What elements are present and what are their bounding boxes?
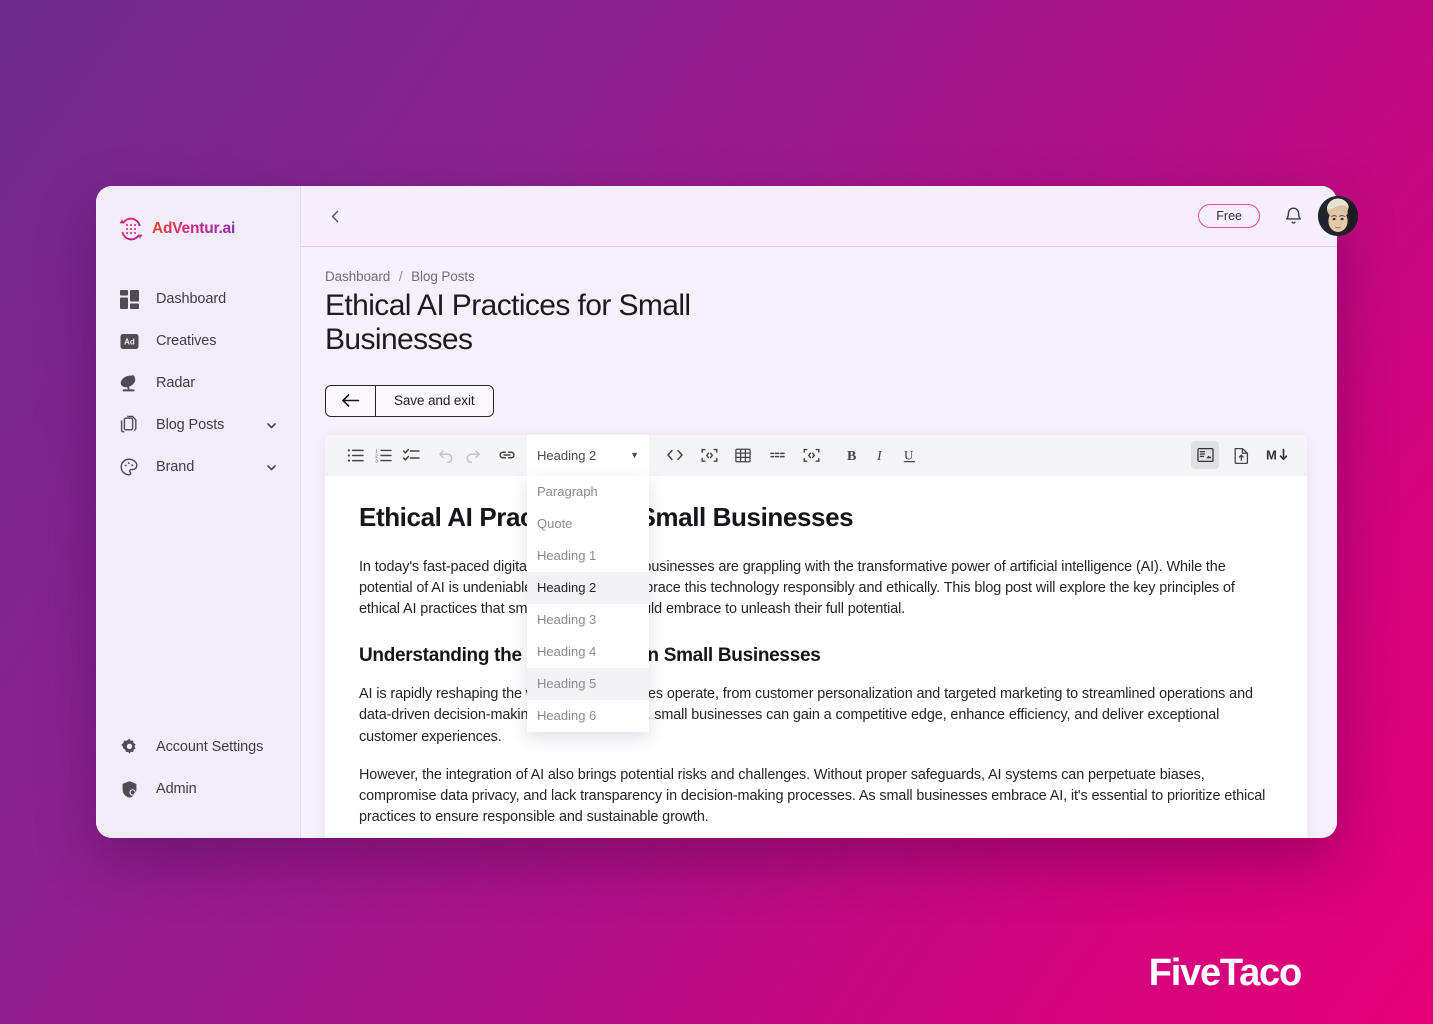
rich-text-editor: 1 2 3 Heading 2 ▼ Paragraph Quote Headin… xyxy=(325,434,1307,838)
back-arrow-button[interactable] xyxy=(326,385,376,416)
code-block-icon[interactable] xyxy=(695,441,723,469)
doc-heading-2: Understanding the Impact of AI on Small … xyxy=(359,645,821,667)
sidebar-item-label: Brand xyxy=(156,459,195,475)
sidebar-item-label: Account Settings xyxy=(156,739,264,755)
sidebar-item-label: Creatives xyxy=(156,333,217,349)
svg-text:U: U xyxy=(904,448,914,463)
dropdown-option-heading-2[interactable]: Heading 2 xyxy=(527,571,649,604)
redo-icon[interactable] xyxy=(459,441,487,469)
block-type-dropdown-list: Paragraph Quote Heading 1 Heading 2 Head… xyxy=(527,475,649,732)
underline-icon[interactable]: U xyxy=(895,441,923,469)
embed-block-icon[interactable] xyxy=(797,441,825,469)
sidebar-item-label: Admin xyxy=(156,781,197,797)
italic-icon[interactable]: I xyxy=(867,441,895,469)
dropdown-option-heading-6[interactable]: Heading 6 xyxy=(527,700,649,732)
top-bar-right: Free xyxy=(1198,203,1303,229)
sidebar: AdVentur.ai Dashboard Ad Creatives Radar… xyxy=(96,186,301,838)
app-logo-text: AdVentur.ai xyxy=(152,220,236,237)
screenshot-canvas: AdVentur.ai Dashboard Ad Creatives Radar… xyxy=(0,0,1433,1024)
doc-paragraph-3: However, the integration of AI also brin… xyxy=(359,766,1266,826)
block-type-dropdown: Heading 2 ▼ Paragraph Quote Heading 1 He… xyxy=(527,434,649,732)
app-logo[interactable]: AdVentur.ai xyxy=(96,204,300,248)
block-type-selected-label: Heading 2 xyxy=(537,447,597,463)
sidebar-item-blog-posts[interactable]: Blog Posts xyxy=(96,404,300,446)
breadcrumb: Dashboard / Blog Posts xyxy=(325,269,1307,284)
breadcrumb-item-blog-posts[interactable]: Blog Posts xyxy=(411,269,475,284)
sidebar-item-account-settings[interactable]: Account Settings xyxy=(96,726,300,768)
save-and-exit-button[interactable]: Save and exit xyxy=(376,386,493,416)
sidebar-item-label: Radar xyxy=(156,375,195,391)
numbered-list-icon[interactable]: 1 2 3 xyxy=(369,441,397,469)
main-area: Free Dashboard / Blog Posts Ethical AI P… xyxy=(301,186,1337,838)
satellite-dish-icon xyxy=(118,372,140,394)
doc-paragraph-2: AI is rapidly reshaping the way small bu… xyxy=(359,686,1253,745)
dropdown-option-quote[interactable]: Quote xyxy=(527,508,649,540)
dashboard-grid-icon xyxy=(118,288,140,310)
save-and-exit-group: Save and exit xyxy=(325,384,494,417)
bold-icon[interactable]: B xyxy=(839,441,867,469)
sidebar-item-radar[interactable]: Radar xyxy=(96,362,300,404)
block-type-dropdown-button[interactable]: Heading 2 ▼ xyxy=(527,434,649,476)
sidebar-item-brand[interactable]: Brand xyxy=(96,446,300,488)
avatar[interactable] xyxy=(1318,196,1358,236)
breadcrumb-separator: / xyxy=(398,269,403,284)
dropdown-option-heading-3[interactable]: Heading 3 xyxy=(527,604,649,636)
documents-stack-icon xyxy=(118,414,140,436)
rich-text-view-icon[interactable] xyxy=(1191,441,1219,470)
svg-text:3: 3 xyxy=(375,458,378,463)
refresh-grid-logo-icon xyxy=(118,216,144,242)
sidebar-item-creatives[interactable]: Ad Creatives xyxy=(96,320,300,362)
content-area: Dashboard / Blog Posts Ethical AI Practi… xyxy=(301,247,1337,838)
dropdown-option-heading-1[interactable]: Heading 1 xyxy=(527,540,649,572)
document-export-icon[interactable] xyxy=(1227,441,1255,469)
ad-badge-icon: Ad xyxy=(118,330,140,352)
chevron-down-icon[interactable] xyxy=(265,419,278,432)
inline-code-icon[interactable] xyxy=(661,441,689,469)
table-icon[interactable] xyxy=(729,441,757,469)
breadcrumb-item-dashboard[interactable]: Dashboard xyxy=(325,269,390,284)
sidebar-item-dashboard[interactable]: Dashboard xyxy=(96,278,300,320)
sidebar-nav: Dashboard Ad Creatives Radar Blog Posts … xyxy=(96,278,300,488)
doc-paragraph-1: In today's fast-paced digital landscape,… xyxy=(359,558,1235,618)
horizontal-rule-icon[interactable] xyxy=(763,441,791,469)
app-window: AdVentur.ai Dashboard Ad Creatives Radar… xyxy=(96,186,1358,838)
sidebar-item-label: Blog Posts xyxy=(156,417,225,433)
svg-text:I: I xyxy=(876,449,883,463)
sidebar-bottom-nav: Account Settings Admin xyxy=(96,726,300,838)
chevron-down-icon[interactable] xyxy=(265,461,278,474)
link-icon[interactable] xyxy=(493,441,521,469)
dropdown-option-heading-4[interactable]: Heading 4 xyxy=(527,636,649,668)
markdown-icon[interactable]: M xyxy=(1263,441,1291,469)
chevron-left-icon[interactable] xyxy=(323,204,348,229)
dropdown-option-heading-5[interactable]: Heading 5 xyxy=(527,667,649,700)
gear-icon xyxy=(118,736,140,758)
checklist-icon[interactable] xyxy=(397,441,425,469)
document-body[interactable]: Ethical AI Practices for Small Businesse… xyxy=(325,476,1307,828)
plan-badge[interactable]: Free xyxy=(1198,203,1260,229)
doc-heading-1: Ethical AI Practices for Small Businesse… xyxy=(359,501,854,532)
caret-down-icon: ▼ xyxy=(630,449,639,460)
palette-icon xyxy=(118,456,140,478)
top-bar: Free xyxy=(301,186,1337,247)
svg-text:M: M xyxy=(1266,448,1277,463)
editor-view-toggles: M xyxy=(1191,441,1291,470)
fivetaco-wordmark: FiveTaco xyxy=(1148,952,1303,994)
bell-icon[interactable] xyxy=(1284,206,1303,226)
editor-toolbar: 1 2 3 Heading 2 ▼ Paragraph Quote Headin… xyxy=(325,434,1307,732)
svg-text:Ad: Ad xyxy=(124,337,135,346)
undo-icon[interactable] xyxy=(431,441,459,469)
bullet-list-icon[interactable] xyxy=(341,441,369,469)
sidebar-item-admin[interactable]: Admin xyxy=(96,768,300,810)
page-title: Ethical AI Practices for Small Businesse… xyxy=(325,289,691,356)
shield-user-icon xyxy=(118,778,140,800)
svg-text:B: B xyxy=(847,449,856,463)
sidebar-item-label: Dashboard xyxy=(156,291,227,307)
dropdown-option-paragraph[interactable]: Paragraph xyxy=(527,476,649,508)
